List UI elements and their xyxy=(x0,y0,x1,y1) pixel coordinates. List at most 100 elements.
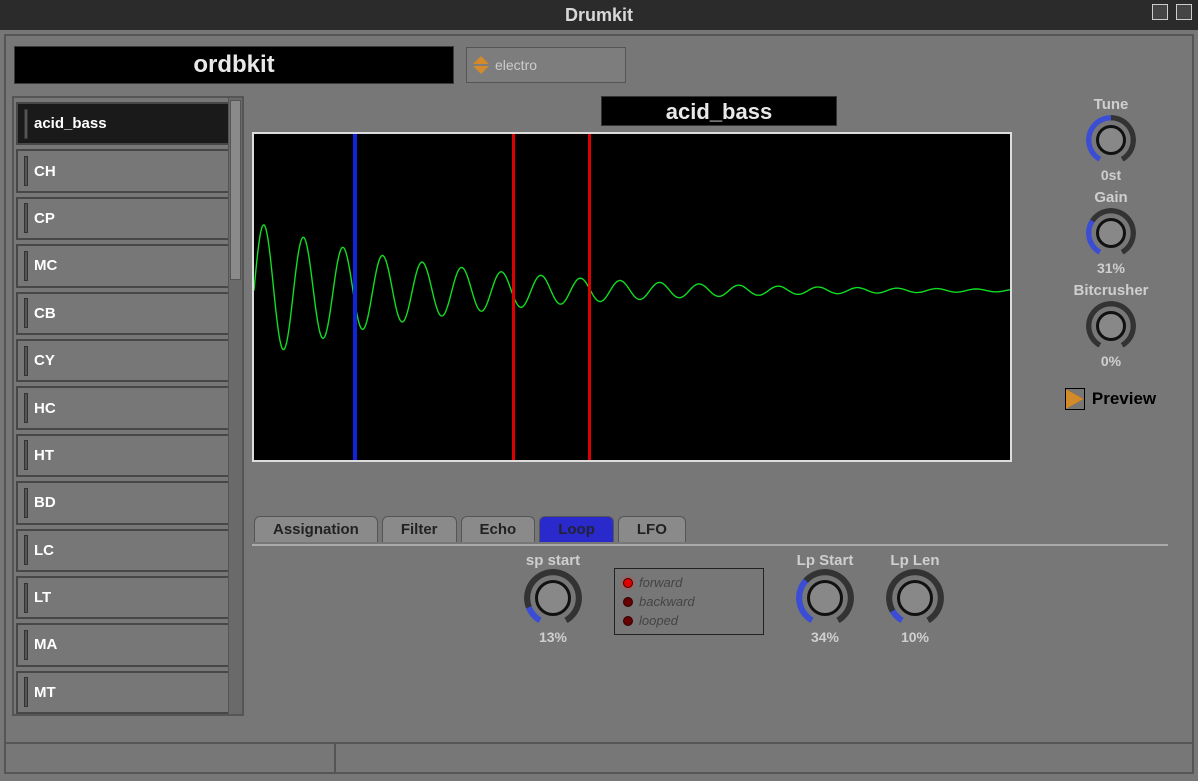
chevron-up-icon[interactable] xyxy=(473,56,489,64)
preset-selector[interactable]: electro xyxy=(466,47,626,83)
window-maximize-icon[interactable] xyxy=(1176,4,1192,20)
sample-list-item-label: LT xyxy=(34,589,51,606)
tune-knob-group: Tune 0st xyxy=(1086,96,1136,183)
main-frame: ordbkit electro acid_bass CH CP MC CB CY HC HT B… xyxy=(4,34,1194,774)
sample-list-item[interactable]: acid_bass xyxy=(16,102,228,145)
lp-start-label: Lp Start xyxy=(797,552,854,569)
drag-handle-icon xyxy=(24,440,28,470)
statusbar-segment xyxy=(6,744,336,772)
preset-spinner[interactable] xyxy=(473,56,489,74)
gain-knob[interactable] xyxy=(1086,208,1136,258)
sample-list-item[interactable]: BD xyxy=(16,481,228,524)
sample-list-item-label: HC xyxy=(34,400,56,417)
sample-name-display: acid_bass xyxy=(601,96,837,126)
sample-list-item-label: BD xyxy=(34,494,56,511)
tab-echo[interactable]: Echo xyxy=(461,516,536,542)
sample-list-scrollbar[interactable] xyxy=(228,98,242,714)
sample-list-item-label: HT xyxy=(34,447,54,464)
drag-handle-icon xyxy=(24,346,28,376)
sample-list-item[interactable]: MT xyxy=(16,671,228,714)
bitcrusher-knob-group: Bitcrusher 0% xyxy=(1073,282,1148,369)
sample-list-item-label: MT xyxy=(34,684,56,701)
sample-list-item[interactable]: LT xyxy=(16,576,228,619)
tab-assignation[interactable]: Assignation xyxy=(254,516,378,542)
sp-start-knob[interactable] xyxy=(524,569,582,627)
tab-loop[interactable]: Loop xyxy=(539,516,614,542)
bitcrusher-knob[interactable] xyxy=(1086,301,1136,351)
drag-handle-icon xyxy=(24,488,28,518)
right-knob-column: Tune 0st Gain 31% Bitcrush xyxy=(1046,96,1176,409)
sample-list-item[interactable]: HC xyxy=(16,386,228,429)
drag-handle-icon xyxy=(24,677,28,707)
sample-list-item[interactable]: CY xyxy=(16,339,228,382)
titlebar: Drumkit xyxy=(0,0,1198,30)
app-window: Drumkit ordbkit electro acid_bass CH CP MC C… xyxy=(0,0,1198,781)
lp-start-value: 34% xyxy=(811,629,839,645)
lp-len-knob-group: Lp Len 10% xyxy=(886,552,944,645)
direction-option-label: looped xyxy=(639,613,678,628)
kit-name-display[interactable]: ordbkit xyxy=(14,46,454,84)
tab-bar: AssignationFilterEchoLoopLFO xyxy=(254,516,686,542)
sample-list-item[interactable]: CH xyxy=(16,149,228,192)
tune-label: Tune xyxy=(1094,96,1129,113)
waveform-display[interactable] xyxy=(252,132,1012,462)
sample-list-item[interactable]: CP xyxy=(16,197,228,240)
direction-option-label: backward xyxy=(639,594,695,609)
preview-button[interactable]: Preview xyxy=(1066,389,1156,409)
sample-list-item[interactable]: LC xyxy=(16,529,228,572)
lp-start-knob[interactable] xyxy=(796,569,854,627)
topbar: ordbkit electro xyxy=(6,36,1192,90)
sample-list-item-label: CY xyxy=(34,352,55,369)
play-icon xyxy=(1066,389,1084,409)
drag-handle-icon xyxy=(24,203,28,233)
main-panel: acid_bass Tune 0st xyxy=(244,96,1186,730)
direction-option[interactable]: looped xyxy=(623,613,755,628)
scrollbar-thumb[interactable] xyxy=(230,100,241,280)
gain-value: 31% xyxy=(1097,260,1125,276)
tune-knob[interactable] xyxy=(1086,115,1136,165)
loop-start-marker[interactable] xyxy=(512,134,515,460)
sample-list-item-label: CH xyxy=(34,163,56,180)
preset-label: electro xyxy=(495,57,537,73)
sample-list-item-label: MC xyxy=(34,257,57,274)
sample-list-item-label: CB xyxy=(34,305,56,322)
sample-list: acid_bass CH CP MC CB CY HC HT BD LC LT MA MT xyxy=(12,96,244,716)
sp-start-value: 13% xyxy=(539,629,567,645)
direction-option-label: forward xyxy=(639,575,682,590)
lp-len-knob[interactable] xyxy=(886,569,944,627)
loop-panel: sp start 13% forward backward looped Lp St… xyxy=(254,552,1168,645)
lp-start-knob-group: Lp Start 34% xyxy=(796,552,854,645)
tab-lfo[interactable]: LFO xyxy=(618,516,686,542)
direction-option[interactable]: backward xyxy=(623,594,755,609)
sample-list-item-label: LC xyxy=(34,542,54,559)
playhead-marker[interactable] xyxy=(353,134,357,460)
gain-label: Gain xyxy=(1094,189,1127,206)
window-minimize-icon[interactable] xyxy=(1152,4,1168,20)
radio-dot-icon xyxy=(623,616,633,626)
lp-len-label: Lp Len xyxy=(890,552,939,569)
sample-list-item[interactable]: MC xyxy=(16,244,228,287)
lp-len-value: 10% xyxy=(901,629,929,645)
drag-handle-icon xyxy=(24,298,28,328)
tab-filter[interactable]: Filter xyxy=(382,516,457,542)
bitcrusher-label: Bitcrusher xyxy=(1073,282,1148,299)
sample-list-item-label: MA xyxy=(34,636,57,653)
preview-label: Preview xyxy=(1092,389,1156,409)
direction-radio-group: forward backward looped xyxy=(614,568,764,635)
chevron-down-icon[interactable] xyxy=(473,66,489,74)
sample-list-item[interactable]: HT xyxy=(16,434,228,477)
statusbar xyxy=(6,742,1192,772)
drag-handle-icon xyxy=(24,583,28,613)
sample-list-item-label: CP xyxy=(34,210,55,227)
loop-end-marker[interactable] xyxy=(588,134,591,460)
drag-handle-icon xyxy=(24,535,28,565)
tab-divider xyxy=(252,544,1168,546)
drag-handle-icon xyxy=(24,393,28,423)
sample-list-item[interactable]: MA xyxy=(16,623,228,666)
bitcrusher-value: 0% xyxy=(1101,353,1121,369)
drag-handle-icon xyxy=(24,156,28,186)
sample-list-item[interactable]: CB xyxy=(16,292,228,335)
sp-start-knob-group: sp start 13% xyxy=(524,552,582,645)
sp-start-label: sp start xyxy=(526,552,580,569)
direction-option[interactable]: forward xyxy=(623,575,755,590)
